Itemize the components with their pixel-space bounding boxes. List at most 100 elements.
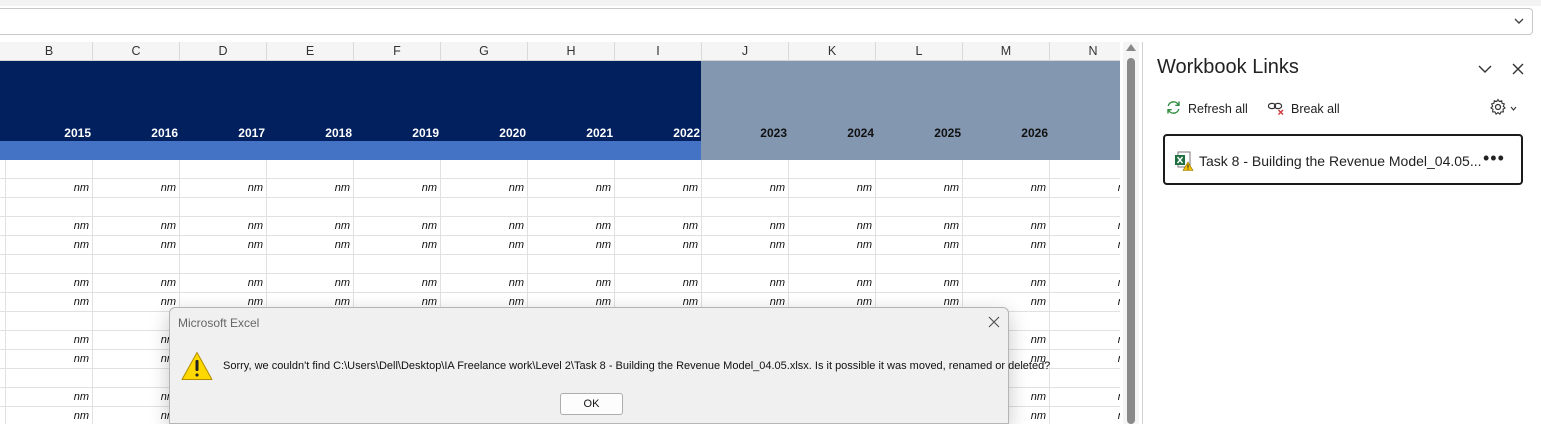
cell-value[interactable]: nm [267, 236, 354, 255]
workbook-link-item[interactable]: Task 8 - Building the Revenue Model_04.0… [1163, 134, 1523, 185]
formula-bar[interactable] [0, 8, 1533, 35]
table-row[interactable] [0, 198, 1120, 217]
cell-value[interactable]: nm [789, 217, 876, 236]
cell-value[interactable]: nm [441, 236, 528, 255]
cell-value[interactable]: nm [354, 274, 441, 293]
cell-value[interactable]: nm [876, 274, 963, 293]
cell-value[interactable]: nm [267, 274, 354, 293]
table-row[interactable] [0, 255, 1120, 274]
cell-value[interactable]: nm [6, 388, 93, 407]
year-header-cell[interactable]: 2018 [267, 125, 354, 141]
column-header[interactable]: J [702, 42, 789, 61]
cell-value[interactable]: nm [6, 407, 93, 424]
year-header-cell[interactable]: 2023 [702, 125, 789, 141]
cell-value[interactable]: nm [93, 350, 180, 369]
year-header-cell[interactable]: 2016 [93, 125, 180, 141]
cell-value[interactable]: nm [93, 331, 180, 350]
cell-value[interactable]: nm [1050, 274, 1120, 293]
column-header[interactable]: E [267, 42, 354, 61]
break-all-button[interactable]: Break all [1267, 98, 1340, 120]
cell-value[interactable]: nm [93, 388, 180, 407]
cell-value[interactable]: nm [702, 179, 789, 198]
cell-value[interactable]: nm [528, 179, 615, 198]
cell-value[interactable]: nm [702, 236, 789, 255]
column-header[interactable]: G [441, 42, 528, 61]
cell-value[interactable]: nm [6, 331, 93, 350]
year-header-cell[interactable]: 2019 [354, 125, 441, 141]
cell-value[interactable]: nm [702, 217, 789, 236]
cell-value[interactable]: nm [876, 217, 963, 236]
cell-value[interactable]: nm [702, 274, 789, 293]
column-header[interactable]: H [528, 42, 615, 61]
cell-value[interactable]: nm [789, 236, 876, 255]
cell-value[interactable]: nm [528, 217, 615, 236]
column-header[interactable]: K [789, 42, 876, 61]
cell-value[interactable]: nm [615, 274, 702, 293]
cell-value[interactable]: nm [1050, 388, 1120, 407]
cell-value[interactable]: nm [528, 274, 615, 293]
cell-value[interactable]: nm [93, 179, 180, 198]
year-header-cell[interactable]: 2020 [441, 125, 528, 141]
cell-value[interactable]: nm [1050, 179, 1120, 198]
cell-value[interactable]: nm [93, 293, 180, 312]
cell-value[interactable]: nm [963, 179, 1050, 198]
column-header[interactable]: M [963, 42, 1050, 61]
chevron-down-icon[interactable] [1512, 14, 1526, 28]
cell-value[interactable]: nm [354, 217, 441, 236]
cell-value[interactable]: nm [180, 274, 267, 293]
cell-value[interactable]: nm [963, 236, 1050, 255]
year-header-cell[interactable]: 2021 [528, 125, 615, 141]
cell-value[interactable]: nm [441, 217, 528, 236]
cell-value[interactable]: nm [354, 236, 441, 255]
cell-value[interactable]: nm [1050, 331, 1120, 350]
column-header[interactable]: N [1050, 42, 1120, 61]
cell-value[interactable]: nm [615, 217, 702, 236]
cell-value[interactable]: nm [1050, 236, 1120, 255]
year-header-cell[interactable]: 2017 [180, 125, 267, 141]
cell-value[interactable]: nm [6, 293, 93, 312]
settings-button[interactable] [1489, 97, 1518, 120]
column-header[interactable]: C [93, 42, 180, 61]
year-header-cell[interactable]: 2024 [789, 125, 876, 141]
cell-value[interactable]: nm [180, 217, 267, 236]
cell-value[interactable]: nm [180, 236, 267, 255]
cell-value[interactable]: nm [963, 274, 1050, 293]
scrollbar-thumb[interactable] [1127, 58, 1135, 424]
column-header[interactable]: F [354, 42, 441, 61]
chevron-down-icon[interactable] [1476, 60, 1494, 78]
cell-value[interactable]: nm [267, 217, 354, 236]
scroll-up-arrow-icon[interactable] [1126, 44, 1136, 51]
cell-value[interactable]: nm [441, 274, 528, 293]
vertical-scrollbar[interactable] [1123, 42, 1139, 424]
cell-value[interactable]: nm [789, 274, 876, 293]
column-header[interactable]: I [615, 42, 702, 61]
cell-value[interactable]: nm [1050, 217, 1120, 236]
ok-button[interactable]: OK [560, 393, 623, 415]
cell-value[interactable]: nm [1050, 293, 1120, 312]
cell-value[interactable]: nm [1050, 350, 1120, 369]
year-header-cell[interactable]: 20 [1050, 125, 1120, 141]
column-header[interactable]: B [6, 42, 93, 61]
year-header-cell[interactable]: 2026 [963, 125, 1050, 141]
column-header[interactable]: L [876, 42, 963, 61]
cell-value[interactable]: nm [615, 236, 702, 255]
cell-value[interactable]: nm [963, 217, 1050, 236]
cell-value[interactable]: nm [876, 236, 963, 255]
cell-value[interactable]: nm [789, 179, 876, 198]
cell-value[interactable]: nm [528, 236, 615, 255]
cell-value[interactable]: nm [354, 179, 441, 198]
cell-value[interactable]: nm [1050, 407, 1120, 424]
cell-value[interactable]: nm [441, 179, 528, 198]
cell-value[interactable]: nm [6, 217, 93, 236]
cell-value[interactable]: nm [6, 350, 93, 369]
cell-value[interactable]: nm [6, 179, 93, 198]
cell-value[interactable]: nm [6, 236, 93, 255]
year-header-cell[interactable]: 2022 [615, 125, 702, 141]
cell-value[interactable]: nm [93, 217, 180, 236]
table-row[interactable] [0, 160, 1120, 179]
cell-value[interactable]: nm [180, 179, 267, 198]
cell-value[interactable]: nm [93, 274, 180, 293]
cell-value[interactable]: nm [6, 274, 93, 293]
cell-value[interactable]: nm [267, 179, 354, 198]
refresh-all-button[interactable]: Refresh all [1165, 98, 1248, 120]
